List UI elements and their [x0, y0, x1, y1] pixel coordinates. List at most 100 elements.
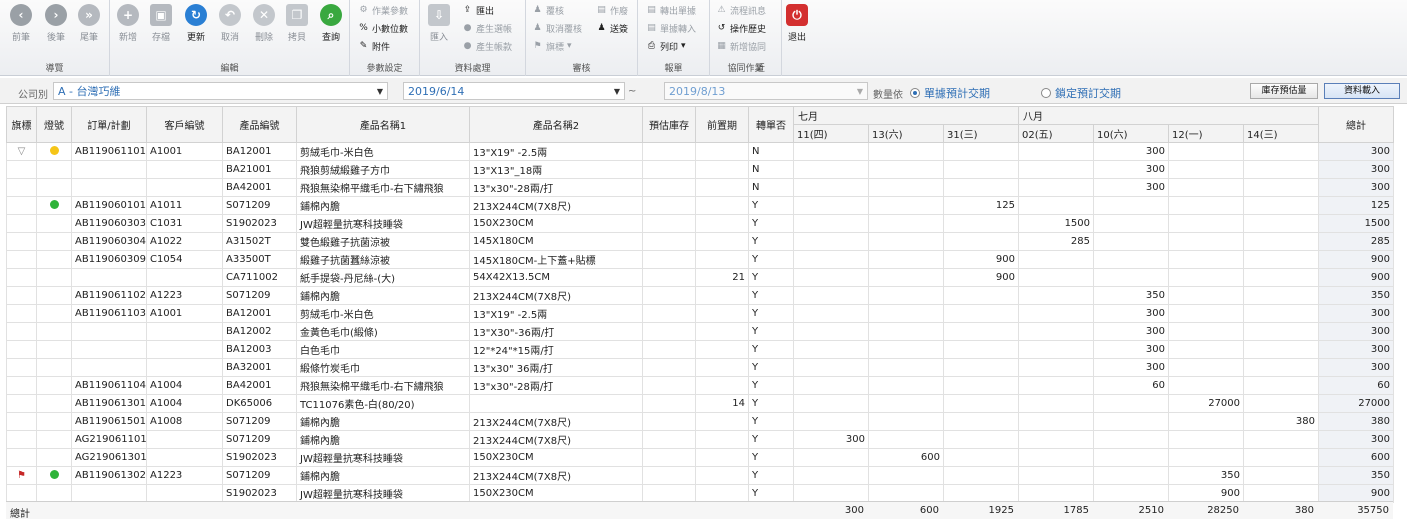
table-row[interactable]: BA12002 金黃色毛巾(緞條) 13"X30"-36兩/打 Y 300 300	[6, 322, 1395, 341]
flag-cell[interactable]	[6, 394, 37, 413]
conv-cell[interactable]: Y	[748, 322, 794, 341]
prod-cell[interactable]: BA12002	[222, 322, 297, 341]
stock-cell[interactable]	[642, 358, 696, 377]
flow-msg-button[interactable]: ⚠ 流程訊息	[716, 2, 766, 18]
qty-cell[interactable]	[942, 466, 1020, 485]
lead-cell[interactable]	[695, 232, 749, 251]
table-row[interactable]: AB119061103 A1001 BA12001 剪絨毛巾-米白色 13"X19" -…	[6, 304, 1395, 323]
prod-cell[interactable]: S071209	[222, 412, 297, 431]
conv-cell[interactable]: Y	[748, 232, 794, 251]
prod-cell[interactable]: BA12003	[222, 340, 297, 359]
stock-cell[interactable]	[642, 412, 696, 431]
table-row[interactable]: AB119060304 A1022 A31502T 雙色緞雞子抗菌涼被 145X180C…	[6, 232, 1395, 251]
qty-cell[interactable]	[1018, 304, 1095, 323]
qty-cell[interactable]	[1168, 160, 1245, 179]
stock-cell[interactable]	[642, 376, 696, 395]
qty-cell[interactable]	[1168, 412, 1245, 431]
order-cell[interactable]	[71, 484, 147, 503]
conv-cell[interactable]: Y	[748, 340, 794, 359]
lead-cell[interactable]	[695, 160, 749, 179]
qty-cell[interactable]	[1093, 448, 1170, 467]
flag-cell[interactable]	[6, 376, 37, 395]
qty-cell[interactable]	[1168, 304, 1245, 323]
order-cell[interactable]: AB119060309	[71, 250, 147, 269]
flag-cell[interactable]	[6, 358, 37, 377]
qty-cell[interactable]	[942, 484, 1020, 503]
conv-cell[interactable]: N	[748, 160, 794, 179]
radio-locked-due[interactable]: 鎖定預訂交期	[1041, 85, 1121, 101]
flag-cell[interactable]	[6, 250, 37, 269]
qty-cell[interactable]	[1243, 142, 1320, 161]
qty-cell[interactable]	[1018, 412, 1095, 431]
import-button[interactable]: ⇩ 匯入	[426, 4, 452, 43]
table-row[interactable]: AB119061102 A1223 S071209 鋪棉內膽 213X244CM(7X8…	[6, 286, 1395, 305]
flag-cell[interactable]	[6, 214, 37, 233]
qty-cell[interactable]: 125	[942, 196, 1020, 215]
qty-cell[interactable]	[793, 394, 869, 413]
stock-cell[interactable]	[642, 340, 696, 359]
qty-cell[interactable]	[1168, 322, 1245, 341]
qty-cell[interactable]	[1018, 466, 1095, 485]
qty-cell[interactable]	[1243, 286, 1320, 305]
qty-cell[interactable]	[868, 430, 944, 449]
stock-cell[interactable]	[642, 250, 696, 269]
void-button[interactable]: ▤ 作廢	[596, 2, 628, 18]
prod-cell[interactable]: BA12001	[222, 304, 297, 323]
qty-cell[interactable]: 1500	[1018, 214, 1095, 233]
qty-cell[interactable]	[1243, 160, 1320, 179]
stock-estimate-button[interactable]: 庫存預估量	[1250, 83, 1318, 99]
qty-cell[interactable]	[793, 412, 869, 431]
qty-cell[interactable]	[1168, 142, 1245, 161]
flag-cell[interactable]	[6, 160, 37, 179]
lead-cell[interactable]: 14	[695, 394, 749, 413]
qty-cell[interactable]	[793, 232, 869, 251]
qty-cell[interactable]	[1093, 214, 1170, 233]
qty-cell[interactable]	[868, 250, 944, 269]
load-data-button[interactable]: 資料載入	[1324, 83, 1400, 99]
flag-cell[interactable]	[6, 448, 37, 467]
qty-cell[interactable]: 900	[942, 268, 1020, 287]
flag-cell[interactable]	[6, 322, 37, 341]
name2-cell[interactable]: 213X244CM(7X8尺)	[469, 430, 643, 449]
lead-cell[interactable]	[695, 412, 749, 431]
conv-cell[interactable]: Y	[748, 196, 794, 215]
radio-doc-due[interactable]: 單據預計交期	[910, 85, 990, 101]
name1-cell[interactable]: 飛狼無染棉平織毛巾-右下繡飛狼	[296, 178, 470, 197]
review-button[interactable]: ♟ 覆核	[532, 2, 564, 18]
lead-cell[interactable]	[695, 250, 749, 269]
name1-cell[interactable]: 剪絨毛巾-米白色	[296, 142, 470, 161]
prod-cell[interactable]: CA711002	[222, 268, 297, 287]
name1-cell[interactable]: 鋪棉內膽	[296, 412, 470, 431]
qty-cell[interactable]	[1168, 178, 1245, 197]
order-cell[interactable]: AB119061102	[71, 286, 147, 305]
conv-cell[interactable]: Y	[748, 412, 794, 431]
col-header[interactable]: 預估庫存	[642, 106, 696, 143]
flag-cell[interactable]	[6, 268, 37, 287]
import-doc-button[interactable]: ▤ 單據轉入	[646, 20, 696, 36]
lead-cell[interactable]	[695, 178, 749, 197]
export-button[interactable]: ⇪ 匯出	[462, 2, 494, 18]
stock-cell[interactable]	[642, 448, 696, 467]
qty-cell[interactable]	[1243, 448, 1320, 467]
day-header[interactable]: 11(四)	[793, 124, 869, 143]
decimal-button[interactable]: % 小數位數	[358, 20, 408, 36]
lead-cell[interactable]	[695, 214, 749, 233]
qty-cell[interactable]	[868, 394, 944, 413]
conv-cell[interactable]: Y	[748, 394, 794, 413]
prod-cell[interactable]: BA12001	[222, 142, 297, 161]
cust-cell[interactable]	[146, 448, 223, 467]
stock-cell[interactable]	[642, 304, 696, 323]
total-col-header[interactable]: 總計	[1318, 106, 1395, 143]
qty-cell[interactable]	[868, 232, 944, 251]
flag-cell[interactable]	[6, 286, 37, 305]
stock-cell[interactable]	[642, 178, 696, 197]
name2-cell[interactable]: 150X230CM	[469, 214, 643, 233]
qty-cell[interactable]	[942, 358, 1020, 377]
unreview-button[interactable]: ♟ 取消覆核	[532, 20, 582, 36]
export-doc-button[interactable]: ▤ 轉出單據	[646, 2, 696, 18]
qty-cell[interactable]	[793, 160, 869, 179]
conv-cell[interactable]: Y	[748, 286, 794, 305]
col-header[interactable]: 產品名稱1	[296, 106, 470, 143]
col-header[interactable]: 旗標	[6, 106, 37, 143]
lead-cell[interactable]	[695, 484, 749, 503]
